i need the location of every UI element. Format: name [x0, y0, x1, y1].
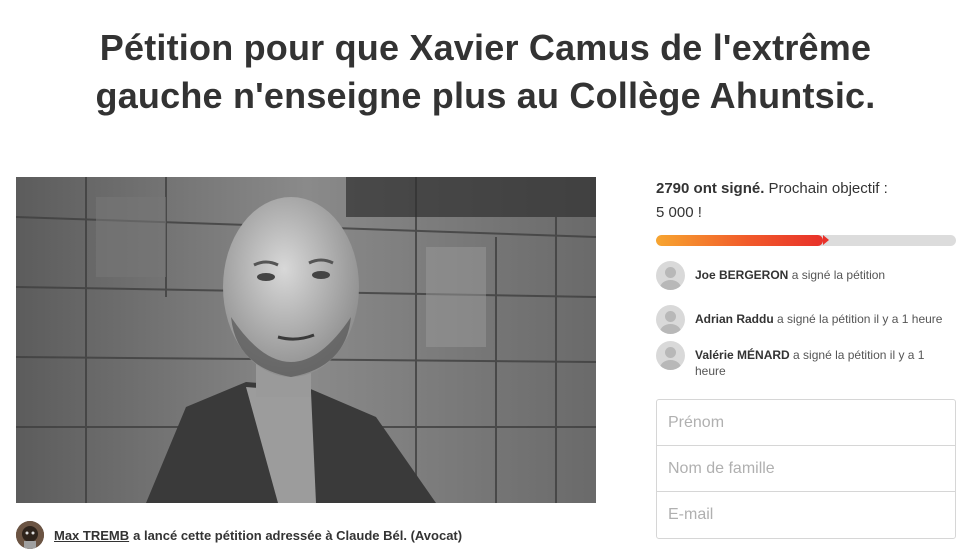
goal-value: 5 000 !: [656, 204, 702, 221]
signer-text: Joe BERGERON a signé la pétition: [695, 261, 885, 283]
signer-name: Joe BERGERON: [695, 268, 789, 282]
recent-signer: Adrian Raddu a signé la pétition il y a …: [656, 305, 956, 334]
petition-photo-image: [16, 177, 596, 503]
signer-name: Valérie MÉNARD: [695, 348, 790, 362]
petition-title: Pétition pour que Xavier Camus de l'extr…: [95, 27, 876, 116]
signer-text: Adrian Raddu a signé la pétition il y a …: [695, 305, 942, 327]
signed-count: 2790 ont signé.: [656, 180, 765, 197]
petition-starter: Max TREMB a lancé cette pétition adressé…: [16, 521, 616, 549]
signature-count-line: 2790 ont signé. Prochain objectif : 5 00…: [656, 177, 956, 225]
starter-action-text: a lancé cette pétition adressée à Claude…: [133, 527, 463, 543]
signer-action: a signé la pétition il y a 1 heure: [777, 312, 943, 326]
next-goal-label: Prochain objectif :: [768, 180, 888, 197]
signer-text: Valérie MÉNARD a signé la pétition il y …: [695, 341, 956, 379]
default-user-avatar-icon: [656, 261, 685, 290]
default-user-avatar-icon: [656, 341, 685, 370]
signature-stats: 2790 ont signé. Prochain objectif : 5 00…: [656, 177, 956, 225]
starter-avatar-photo: [16, 521, 44, 549]
starter-name-link[interactable]: Max TREMB: [54, 528, 129, 543]
last-name-field[interactable]: [657, 446, 955, 492]
signature-progress-bar: [656, 235, 956, 246]
email-field[interactable]: [657, 492, 955, 538]
recent-signer: Joe BERGERON a signé la pétition: [656, 261, 956, 290]
signer-name: Adrian Raddu: [695, 312, 774, 326]
default-user-avatar-icon: [656, 305, 685, 334]
signer-action: a signé la pétition: [791, 268, 886, 282]
signature-form: [656, 399, 956, 539]
first-name-field[interactable]: [657, 400, 955, 446]
progress-fill: [656, 235, 830, 246]
petition-photo: [16, 177, 596, 503]
starter-avatar[interactable]: [16, 521, 44, 549]
recent-signer: Valérie MÉNARD a signé la pétition il y …: [656, 341, 956, 379]
